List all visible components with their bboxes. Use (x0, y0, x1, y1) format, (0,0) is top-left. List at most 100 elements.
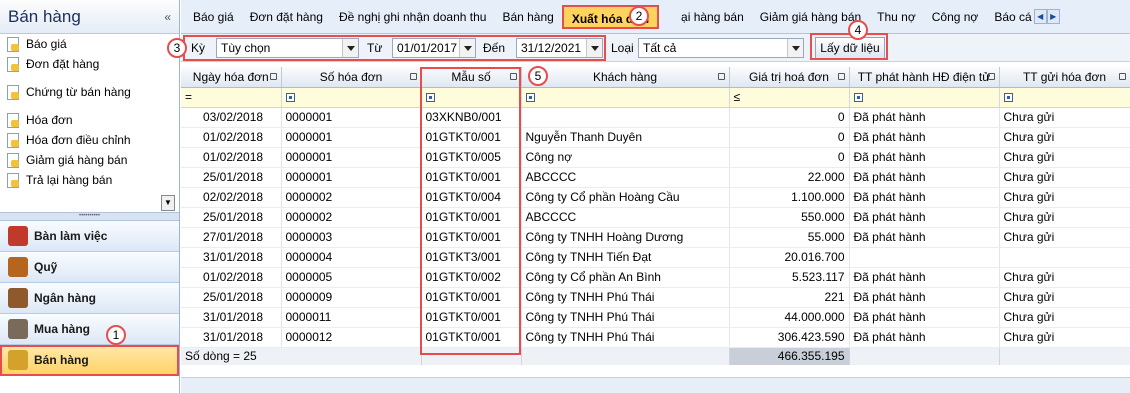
module-label: Quỹ (34, 260, 58, 274)
filter-icon[interactable] (1003, 93, 1013, 103)
sidebar-item-hoa-don[interactable]: Hóa đơn (0, 110, 179, 130)
table-row[interactable]: 03/02/2018 0000001 03XKNB0/001 0 Đã phát hàn… (181, 107, 1130, 128)
document-icon (6, 133, 19, 148)
chevron-down-icon[interactable] (586, 39, 602, 57)
tab-scroll-left-icon[interactable]: ◀ (1033, 9, 1047, 24)
module-ban-hang[interactable]: Bán hàng (0, 345, 179, 376)
filter-cell[interactable] (849, 87, 1000, 108)
table-row[interactable]: 25/01/2018 0000009 01GTKT0/001 Công ty TNHH… (181, 287, 1130, 308)
sidebar-item-label: Giảm giá hàng bán (26, 153, 128, 167)
tab-ban-hang[interactable]: Bán hàng (494, 5, 561, 29)
pin-icon[interactable] (509, 73, 517, 80)
table-row[interactable]: 25/01/2018 0000002 01GTKT0/001 ABCCCC 550.00… (181, 207, 1130, 228)
badge-2: 2 (629, 6, 649, 26)
pin-icon[interactable] (717, 73, 725, 80)
column-header-label: Số hóa đơn (319, 69, 383, 84)
table-row[interactable]: 31/01/2018 0000011 01GTKT0/001 Công ty TNHH… (181, 307, 1130, 328)
invoice-grid: Ngày hóa đơn Số hóa đơn Mẫu số Khách hàn… (181, 67, 1130, 393)
pin-icon[interactable] (269, 73, 277, 80)
column-header-label: TT phát hành HĐ điện tử (857, 69, 991, 84)
cell-mau-so: 03XKNB0/001 (421, 107, 522, 128)
tu-date-field[interactable]: 01/01/2017 (392, 38, 476, 58)
pin-icon[interactable] (837, 73, 845, 80)
scroll-down-icon[interactable]: ▼ (161, 195, 175, 211)
sidebar-item-hoa-don-dieu-chinh[interactable]: Hóa đơn điều chỉnh (0, 130, 179, 150)
cash-icon (8, 257, 28, 277)
tab-cong-no[interactable]: Công nợ (924, 5, 987, 29)
table-row[interactable]: 27/01/2018 0000003 01GTKT0/001 Công ty TNHH… (181, 227, 1130, 248)
table-row[interactable]: 01/02/2018 0000001 01GTKT0/001 Nguyễn Thanh… (181, 127, 1130, 148)
cell-tt-phat-hanh: Đã phát hành (849, 167, 1000, 188)
module-quy[interactable]: Quỹ (0, 252, 179, 283)
filter-icon[interactable] (853, 93, 863, 103)
cell-ngay-hoa-don: 01/02/2018 (181, 147, 282, 168)
sidebar-item-chung-tu-ban-hang[interactable]: Chứng từ bán hàng (0, 82, 179, 102)
sidebar: Bán hàng « Báo giá Đơn đặt hàng Chứng từ… (0, 0, 180, 393)
tab-de-nghi[interactable]: Đề nghị ghi nhận doanh thu (331, 5, 494, 29)
table-row[interactable]: 01/02/2018 0000005 01GTKT0/002 Công ty Cổ p… (181, 267, 1130, 288)
filter-icon[interactable] (525, 93, 535, 103)
fetch-data-button[interactable]: Lấy dữ liệu (815, 37, 885, 59)
sidebar-item-label: Báo giá (26, 37, 67, 51)
col-so-hoa-don[interactable]: Số hóa đơn (281, 67, 422, 88)
filter-cell[interactable] (421, 87, 522, 108)
cell-so-hoa-don: 0000001 (281, 147, 422, 168)
tu-value: 01/01/2017 (397, 41, 458, 55)
pin-icon[interactable] (409, 73, 417, 80)
den-date-field[interactable]: 31/12/2021 (516, 38, 603, 58)
filter-cell[interactable] (521, 87, 730, 108)
column-header-label: Ngày hóa đơn (192, 69, 269, 84)
filter-cell[interactable] (999, 87, 1130, 108)
pin-icon[interactable] (987, 73, 995, 80)
table-row[interactable]: 02/02/2018 0000002 01GTKT0/004 Công ty Cổ p… (181, 187, 1130, 208)
badge-5: 5 (528, 66, 548, 86)
filter-cell[interactable] (281, 87, 422, 108)
cell-tt-phat-hanh: Đã phát hành (849, 147, 1000, 168)
cell-tt-gui (999, 247, 1130, 268)
tab-don-dat-hang[interactable]: Đơn đặt hàng (242, 5, 331, 29)
cell-gia-tri: 306.423.590 (729, 327, 850, 348)
cell-mau-so: 01GTKT0/001 (421, 287, 522, 308)
table-row[interactable]: 25/01/2018 0000001 01GTKT0/001 ABCCCC 22.000… (181, 167, 1130, 188)
tab-bao-cao[interactable]: Báo cá (986, 5, 1031, 29)
sidebar-header: Bán hàng « (0, 0, 179, 34)
col-tt-phat-hanh[interactable]: TT phát hành HĐ điện tử (849, 67, 1000, 88)
module-ban-lam-viec[interactable]: Bàn làm việc (0, 221, 179, 252)
sidebar-item-tra-lai[interactable]: Trả lại hàng bán (0, 170, 179, 190)
splitter[interactable]: •••••••••• (0, 212, 179, 221)
table-row[interactable]: 31/01/2018 0000012 01GTKT0/001 Công ty TNHH… (181, 327, 1130, 348)
filter-cell-date[interactable]: = (181, 87, 282, 108)
horizontal-scrollbar[interactable] (181, 377, 1130, 393)
loai-select[interactable]: Tất cả (638, 38, 804, 58)
chevron-down-icon[interactable] (787, 39, 803, 57)
col-tt-gui[interactable]: TT gửi hóa đơn (999, 67, 1130, 88)
module-ngan-hang[interactable]: Ngân hàng (0, 283, 179, 314)
cell-gia-tri: 22.000 (729, 167, 850, 188)
cell-gia-tri: 1.100.000 (729, 187, 850, 208)
tab-thu-no[interactable]: Thu nợ (869, 5, 924, 29)
module-mua-hang[interactable]: Mua hàng (0, 314, 179, 345)
tu-label: Từ (367, 41, 383, 55)
filter-icon[interactable] (425, 93, 435, 103)
cell-tt-phat-hanh: Đã phát hành (849, 267, 1000, 288)
chevron-down-icon[interactable] (459, 39, 475, 57)
col-gia-tri[interactable]: Giá trị hoá đơn (729, 67, 850, 88)
ky-select[interactable]: Tùy chọn (216, 38, 359, 58)
table-row[interactable]: 31/01/2018 0000004 01GTKT3/001 Công ty TNHH… (181, 247, 1130, 268)
chevron-down-icon[interactable] (342, 39, 358, 57)
sidebar-item-don-dat-hang[interactable]: Đơn đặt hàng (0, 54, 179, 74)
table-row[interactable]: 01/02/2018 0000001 01GTKT0/005 Công nợ 0 Đã p… (181, 147, 1130, 168)
tab-scroll-right-icon[interactable]: ▶ (1046, 9, 1060, 24)
sidebar-item-bao-gia[interactable]: Báo giá (0, 34, 179, 54)
tab-tra-lai[interactable]: ại hàng bán (659, 5, 752, 29)
pin-icon[interactable] (1118, 73, 1126, 80)
tab-bao-gia[interactable]: Báo giá (185, 5, 242, 29)
filter-icon[interactable] (285, 93, 295, 103)
den-value: 31/12/2021 (521, 41, 582, 55)
sidebar-item-giam-gia[interactable]: Giảm giá hàng bán (0, 150, 179, 170)
col-mau-so[interactable]: Mẫu số (421, 67, 522, 88)
filter-cell-value[interactable]: ≤ (729, 87, 850, 108)
collapse-icon[interactable]: « (164, 10, 171, 24)
col-khach-hang[interactable]: Khách hàng (521, 67, 730, 88)
col-ngay-hoa-don[interactable]: Ngày hóa đơn (181, 67, 282, 88)
